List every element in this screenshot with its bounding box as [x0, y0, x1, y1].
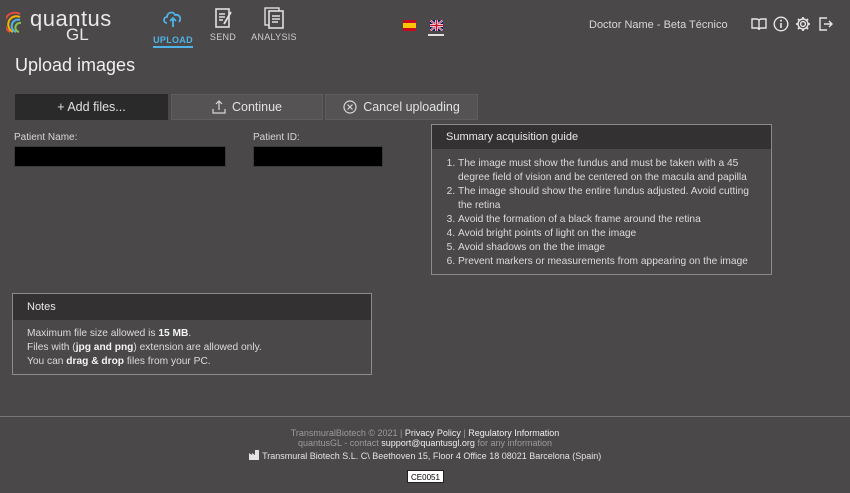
copyright-text: TransmuralBiotech © 2021 |: [290, 428, 405, 438]
cancel-uploading-label: Cancel uploading: [363, 100, 460, 114]
support-email-link[interactable]: support@quantusgl.org: [381, 438, 475, 448]
page-title: Upload images: [15, 55, 136, 75]
logo-rainbow-icon: [6, 11, 22, 33]
notes-text: Maximum file size allowed is: [27, 328, 159, 339]
logout-icon[interactable]: [817, 16, 833, 32]
drag-drop-text: drag & drop: [66, 356, 125, 367]
tab-send[interactable]: SEND: [198, 6, 248, 46]
logo-sub: GL: [66, 25, 89, 44]
cancel-circle-icon: [343, 100, 357, 114]
notes-line-dragdrop: You can drag & drop files from your PC.: [27, 355, 357, 369]
notes-body: Maximum file size allowed is 15 MB. File…: [13, 320, 371, 376]
patient-name-input[interactable]: [14, 146, 226, 167]
notes-text: files from your PC.: [124, 356, 211, 367]
privacy-policy-link[interactable]: Privacy Policy: [405, 428, 461, 438]
acquisition-guide-list: The image must show the fundus and must …: [432, 157, 771, 269]
quantus-logo[interactable]: quantus GL: [6, 6, 111, 44]
ce-mark: CE0051: [407, 470, 444, 483]
contact-prefix: quantusGL - contact: [298, 438, 382, 448]
notes-line-formats: Files with (jpg and png) extension are a…: [27, 341, 357, 355]
contact-suffix: for any information: [474, 438, 552, 448]
tab-upload[interactable]: UPLOAD: [148, 6, 198, 48]
add-files-button[interactable]: + Add files...: [15, 94, 168, 120]
info-icon[interactable]: [773, 16, 789, 32]
upload-arrow-icon: [212, 100, 226, 114]
tab-analysis-label: ANALYSIS: [251, 32, 297, 42]
notes-text: Files with (: [27, 342, 76, 353]
patient-id-input[interactable]: [253, 146, 383, 167]
notes-panel: Notes Maximum file size allowed is 15 MB…: [12, 293, 372, 375]
footer-contact: quantusGL - contact support@quantusgl.or…: [0, 438, 850, 448]
notes-title: Notes: [13, 294, 371, 320]
book-icon[interactable]: [751, 16, 767, 32]
patient-name-label: Patient Name:: [14, 132, 78, 143]
regulatory-information-link[interactable]: Regulatory Information: [468, 428, 559, 438]
app-header: quantus GL UPLOAD SEND ANALYSIS Doctor N…: [0, 0, 850, 50]
notes-text: ) extension are allowed only.: [133, 342, 262, 353]
factory-icon: [248, 450, 259, 460]
guide-item: The image must show the fundus and must …: [458, 157, 763, 185]
doctor-name[interactable]: Doctor Name - Beta Técnico: [589, 19, 728, 31]
guide-item: Avoid shadows on the the image: [458, 241, 763, 255]
acquisition-guide-panel: Summary acquisition guide The image must…: [431, 124, 772, 275]
guide-item: The image should show the entire fundus …: [458, 185, 763, 213]
patient-id-label: Patient ID:: [253, 132, 300, 143]
notes-text: .: [188, 328, 192, 339]
notes-text: You can: [27, 356, 67, 367]
english-flag-icon[interactable]: [430, 20, 443, 31]
guide-item: Avoid bright points of light on the imag…: [458, 227, 763, 241]
continue-button[interactable]: Continue: [171, 94, 323, 120]
footer-legal: TransmuralBiotech © 2021 | Privacy Polic…: [0, 428, 850, 438]
guide-item: Prevent markers or measurements from app…: [458, 255, 763, 269]
tab-send-label: SEND: [209, 32, 237, 42]
notes-line-size: Maximum file size allowed is 15 MB.: [27, 327, 357, 341]
cancel-uploading-button[interactable]: Cancel uploading: [325, 94, 478, 120]
tab-analysis[interactable]: ANALYSIS: [249, 6, 299, 46]
settings-gear-icon[interactable]: [795, 16, 811, 32]
continue-label: Continue: [231, 100, 283, 114]
tab-upload-label: UPLOAD: [153, 35, 193, 48]
analysis-document-icon: [264, 7, 284, 29]
active-language-indicator: [428, 34, 444, 36]
company-address: Transmural Biotech S.L. C\ Beethoven 15,…: [262, 451, 602, 461]
guide-item: Avoid the formation of a black frame aro…: [458, 213, 763, 227]
spanish-flag-icon[interactable]: [403, 20, 416, 31]
send-document-icon: [215, 8, 232, 28]
cloud-upload-icon: [163, 11, 182, 27]
footer-address: Transmural Biotech S.L. C\ Beethoven 15,…: [0, 450, 850, 461]
file-formats: jpg and png: [75, 342, 134, 353]
footer-divider: [0, 416, 850, 417]
max-size-value: 15 MB: [158, 328, 189, 339]
add-files-label: + Add files...: [57, 100, 126, 114]
acquisition-guide-title: Summary acquisition guide: [432, 125, 771, 149]
